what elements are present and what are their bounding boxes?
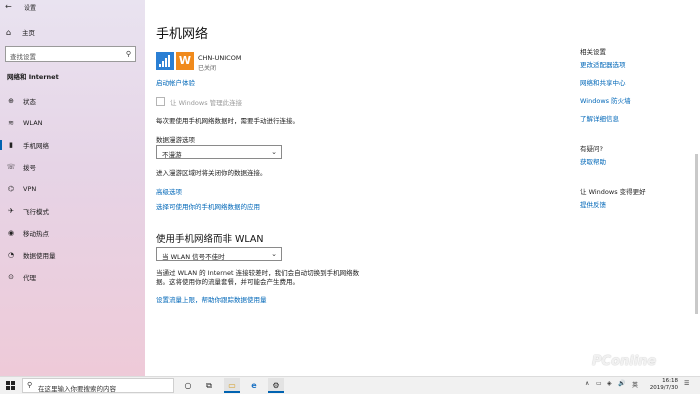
input-method-icon[interactable]: 英: [632, 380, 638, 389]
roaming-dropdown[interactable]: 不漫游 ⌄: [156, 145, 282, 159]
change-adapter-link[interactable]: 更改适配器选项: [580, 59, 626, 69]
clock-time: 16:18: [662, 378, 678, 384]
action-center-icon[interactable]: ☰: [684, 380, 689, 387]
network-sharing-center-link[interactable]: 网络和共享中心: [580, 77, 626, 87]
sidebar-item-wlan[interactable]: ≋ WLAN: [6, 117, 136, 129]
sidebar-item-vpn[interactable]: ⌬ VPN: [6, 183, 136, 195]
choose-apps-link[interactable]: 选择可使用你的手机网络数据的应用: [156, 201, 260, 211]
settings-search-input[interactable]: 查找设置 ⚲: [5, 46, 136, 62]
chevron-down-icon: ⌄: [271, 148, 277, 156]
battery-icon[interactable]: ▭: [596, 380, 602, 387]
taskbar: ⚲ 在这里输入你要搜索的内容 ○ ⧉ ▭ e ⚙ ∧ ▭ ◈ 🔊 英 16:18…: [0, 376, 700, 394]
clock-date: 2019/7/30: [649, 385, 678, 391]
cellular-icon: ▮: [9, 141, 13, 149]
sidebar-item-proxy[interactable]: ⊙ 代理: [6, 271, 136, 283]
airplane-icon: ✈: [8, 207, 14, 215]
improve-heading: 让 Windows 变得更好: [580, 188, 646, 196]
watermark-logo: PConline: [592, 354, 657, 369]
file-explorer-icon[interactable]: ▭: [224, 378, 240, 393]
help-heading: 有疑问?: [580, 145, 603, 153]
related-settings-heading: 相关设置: [580, 48, 606, 56]
get-help-link[interactable]: 获取帮助: [580, 156, 606, 166]
clock[interactable]: 16:18 2019/7/30: [646, 378, 678, 392]
carrier-status: 已关闭: [198, 65, 217, 72]
data-usage-icon: ◔: [7, 251, 15, 259]
hotspot-icon: ◉: [7, 229, 15, 237]
advanced-options-link[interactable]: 高级选项: [156, 186, 182, 196]
manage-connection-checkbox[interactable]: [156, 97, 165, 106]
sidebar-item-dialup[interactable]: ☏ 拨号: [6, 161, 136, 173]
chevron-down-icon: ⌄: [271, 250, 277, 258]
dialup-icon: ☏: [6, 163, 16, 171]
search-icon: ⚲: [27, 381, 33, 389]
activate-account-link[interactable]: 启动帐户体验: [156, 77, 195, 87]
scrollbar-thumb[interactable]: [695, 154, 698, 314]
wlan-fallback-dropdown[interactable]: 当 WLAN 信号不佳时 ⌄: [156, 247, 282, 261]
carrier-name: CHN-UNICOM: [198, 54, 242, 62]
page-title: 手机网络: [156, 27, 209, 42]
feedback-link[interactable]: 提供反馈: [580, 199, 606, 209]
settings-window: ⌂ 主页 查找设置 ⚲ 网络和 Internet ⊕ 状态 ≋ WLAN ▮ 手…: [0, 0, 700, 376]
sidebar-item-data-usage[interactable]: ◔ 数据使用量: [6, 249, 136, 261]
sidebar-item-status[interactable]: ⊕ 状态: [6, 95, 136, 107]
cellular-signal-icon[interactable]: [156, 52, 174, 70]
sidebar-item-home[interactable]: ⌂ 主页: [6, 27, 35, 38]
wifi-icon: ≋: [8, 119, 14, 127]
sidebar: ⌂ 主页 查找设置 ⚲ 网络和 Internet ⊕ 状态 ≋ WLAN ▮ 手…: [0, 0, 145, 376]
scrollbar[interactable]: [695, 14, 699, 372]
wlan-description-line2: 据。这将使用你的流量套餐，并可能会产生费用。: [156, 278, 299, 286]
tray-expand-icon[interactable]: ∧: [585, 380, 589, 387]
roaming-label: 数据漫游选项: [156, 136, 195, 144]
window-title: 设置: [24, 5, 37, 12]
main-content: 手机网络 W CHN-UNICOM 已关闭 启动帐户体验 让 Windows 管…: [145, 0, 700, 376]
roaming-description: 进入漫游区域时将关闭你的数据连接。: [156, 169, 267, 177]
windows-start-icon[interactable]: [6, 381, 15, 390]
home-icon: ⌂: [6, 27, 12, 37]
back-arrow-icon[interactable]: ←: [5, 2, 12, 11]
sidebar-section-title: 网络和 Internet: [7, 73, 59, 81]
firewall-link[interactable]: Windows 防火墙: [580, 95, 631, 105]
cortana-icon[interactable]: ○: [180, 378, 196, 393]
wlan-section-title: 使用手机网络而非 WLAN: [156, 234, 264, 245]
globe-icon: ⊕: [8, 97, 14, 105]
vpn-icon: ⌬: [7, 185, 15, 193]
sidebar-item-airplane[interactable]: ✈ 飞行模式: [6, 205, 136, 217]
proxy-icon: ⊙: [8, 273, 14, 281]
search-placeholder: 查找设置: [10, 53, 36, 61]
manage-connection-label: 让 Windows 管理此连接: [170, 99, 243, 107]
edge-icon[interactable]: e: [246, 378, 262, 393]
settings-icon[interactable]: ⚙: [268, 378, 284, 393]
sidebar-item-hotspot[interactable]: ◉ 移动热点: [6, 227, 136, 239]
carrier-logo-icon: W: [176, 52, 194, 70]
data-limit-link[interactable]: 设置流量上限，帮助你跟踪数据使用量: [156, 294, 267, 304]
search-icon[interactable]: ⚲: [126, 50, 131, 58]
task-view-icon[interactable]: ⧉: [201, 378, 217, 393]
connection-notice: 每次要使用手机网络数据时，需要手动进行连接。: [156, 117, 299, 125]
network-icon[interactable]: ◈: [607, 380, 612, 387]
learn-more-link[interactable]: 了解详细信息: [580, 113, 619, 123]
sidebar-item-cellular[interactable]: ▮ 手机网络: [0, 139, 136, 151]
taskbar-search-input[interactable]: ⚲ 在这里输入你要搜索的内容: [22, 378, 174, 393]
volume-icon[interactable]: 🔊: [618, 380, 625, 387]
